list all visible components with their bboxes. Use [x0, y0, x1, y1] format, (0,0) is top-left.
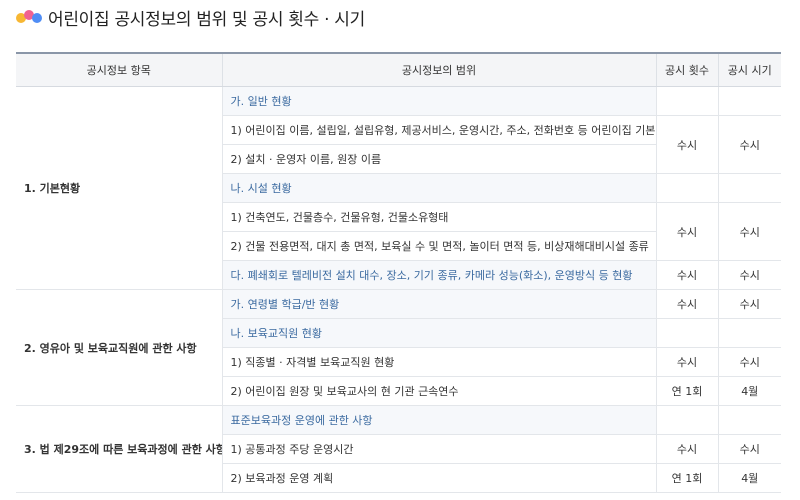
- header-timing: 공시 시기: [717, 52, 781, 87]
- timing-cell: 수시: [717, 260, 781, 290]
- timing-cell: [717, 86, 781, 116]
- timing-cell: [717, 173, 781, 203]
- table-row: 3. 법 제29조에 따른 보육과정에 관한 사항 표준보육과정 운영에 관한 …: [16, 405, 781, 493]
- scope-item: 2) 설치 · 운영자 이름, 원장 이름: [221, 144, 656, 174]
- title-dots-icon: [16, 9, 44, 25]
- count-cell: 수시: [655, 260, 718, 290]
- scope-subheading: 나. 보육교직원 현황: [221, 318, 656, 348]
- timing-cell: 4월: [717, 463, 781, 493]
- count-cell: 연 1회: [655, 376, 718, 406]
- count-cell: [655, 318, 718, 348]
- count-cell: 수시: [655, 115, 718, 174]
- count-cell: 연 1회: [655, 463, 718, 493]
- count-cell: 수시: [655, 347, 718, 377]
- header-item: 공시정보 항목: [16, 52, 222, 87]
- scope-item: 1) 직종별 · 자격별 보육교직원 현황: [221, 347, 656, 377]
- scope-item: 2) 건물 전용면적, 대지 총 면적, 보육실 수 및 면적, 놀이터 면적 …: [221, 231, 656, 261]
- count-cell: 수시: [655, 289, 718, 319]
- timing-cell: [717, 318, 781, 348]
- scope-item: 1) 공통과정 주당 운영시간: [221, 434, 656, 464]
- scope-item: 1) 건축연도, 건물층수, 건물유형, 건물소유형태: [221, 202, 656, 232]
- table-row: 2. 영유아 및 보육교직원에 관한 사항 가. 연령별 학급/반 현황 수시 …: [16, 289, 781, 406]
- timing-cell: 수시: [717, 202, 781, 261]
- blue-dot-icon: [32, 13, 42, 23]
- scope-subheading: 표준보육과정 운영에 관한 사항: [221, 405, 656, 435]
- table-row: 1. 기본현황 가. 일반 현황: [16, 86, 781, 290]
- disclosure-table: 공시정보 항목 공시정보의 범위 공시 횟수 공시 시기 1. 기본현황 가. …: [16, 52, 781, 493]
- scope-subheading: 다. 폐쇄회로 텔레비전 설치 대수, 장소, 기기 종류, 카메라 성능(화소…: [221, 260, 656, 290]
- header-scope: 공시정보의 범위: [221, 52, 656, 87]
- timing-cell: [717, 405, 781, 435]
- header-count: 공시 횟수: [655, 52, 718, 87]
- scope-item: 1) 어린이집 이름, 설립일, 설립유형, 제공서비스, 운영시간, 주소, …: [221, 115, 656, 145]
- scope-item: 2) 어린이집 원장 및 보육교사의 현 기관 근속연수: [221, 376, 656, 406]
- scope-subheading: 가. 일반 현황: [221, 86, 656, 116]
- count-cell: 수시: [655, 434, 718, 464]
- count-cell: [655, 405, 718, 435]
- count-cell: [655, 173, 718, 203]
- timing-cell: 4월: [717, 376, 781, 406]
- table-header-row: 공시정보 항목 공시정보의 범위 공시 횟수 공시 시기: [16, 52, 781, 87]
- category-cell: 2. 영유아 및 보육교직원에 관한 사항: [16, 289, 222, 406]
- timing-cell: 수시: [717, 434, 781, 464]
- category-cell: 3. 법 제29조에 따른 보육과정에 관한 사항: [16, 405, 222, 493]
- count-cell: [655, 86, 718, 116]
- page-header: 어린이집 공시정보의 범위 및 공시 횟수 · 시기: [16, 4, 365, 30]
- page-title: 어린이집 공시정보의 범위 및 공시 횟수 · 시기: [48, 9, 365, 30]
- category-cell: 1. 기본현황: [16, 86, 222, 290]
- count-cell: 수시: [655, 202, 718, 261]
- timing-cell: 수시: [717, 115, 781, 174]
- scope-subheading: 나. 시설 현황: [221, 173, 656, 203]
- timing-cell: 수시: [717, 289, 781, 319]
- timing-cell: 수시: [717, 347, 781, 377]
- scope-subheading: 가. 연령별 학급/반 현황: [221, 289, 656, 319]
- scope-item: 2) 보육과정 운영 계획: [221, 463, 656, 493]
